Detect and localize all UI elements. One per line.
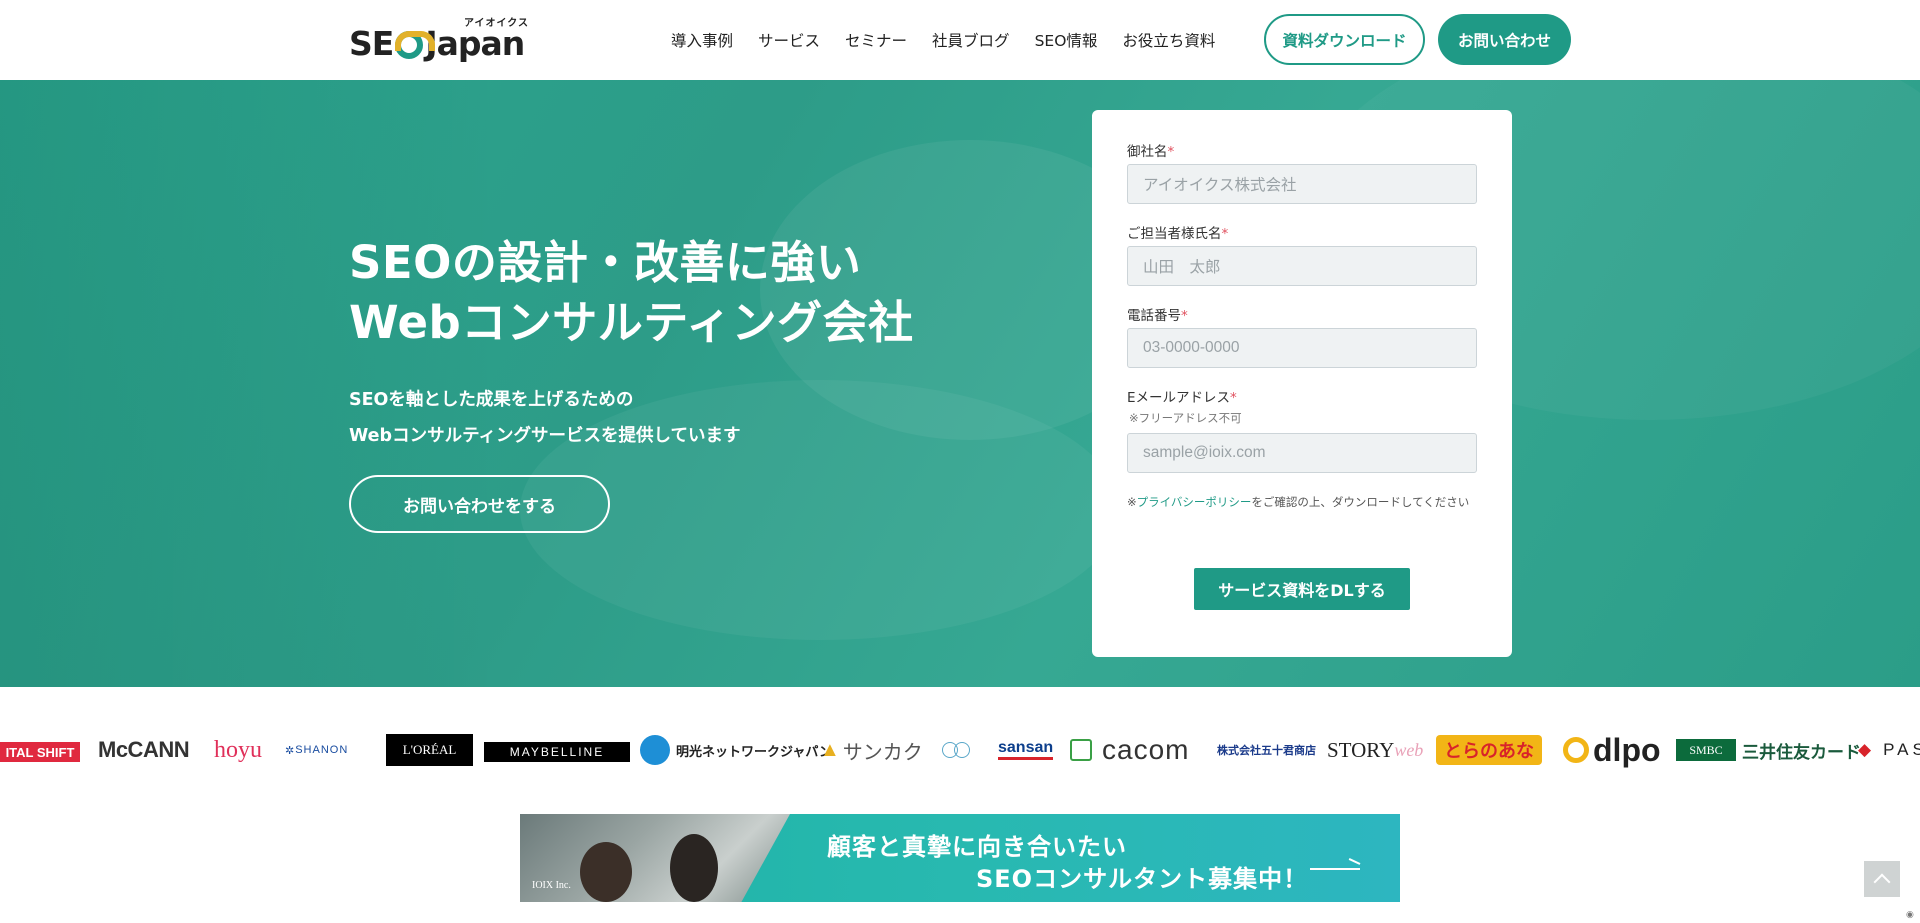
client-logo: ◆PAS (1858, 740, 1920, 759)
banner-person (580, 842, 632, 902)
email-note: ※フリーアドレス不可 (1129, 411, 1242, 425)
nav-services[interactable]: サービス (758, 29, 820, 51)
banner-line2: SEOコンサルタント募集中！ (976, 865, 1309, 893)
client-logos-strip: ITAL SHIFT McCANN hoyu ✲ SHANON L'ORÉAL … (0, 720, 1920, 780)
client-logo-circles (942, 732, 976, 768)
company-label: 御社名* (1127, 144, 1175, 160)
hero-section: SEOの設計・改善に強い Webコンサルティング会社 SEOを軸とした成果を上げ… (0, 80, 1920, 687)
client-logo: McCANN (98, 737, 190, 762)
hero-sub-line1: SEOを軸とした成果を上げるための (349, 390, 634, 410)
hero-title-line1: SEOの設計・改善に強い (349, 236, 862, 289)
nav-case-studies[interactable]: 導入事例 (671, 29, 733, 51)
nav-seo-info[interactable]: SEO情報 (1035, 29, 1098, 51)
client-logo: 三井住友カード (1742, 742, 1861, 762)
main-nav: 導入事例 サービス セミナー 社員ブログ SEO情報 お役立ち資料 (671, 29, 1240, 51)
scroll-to-top-button[interactable] (1864, 861, 1900, 897)
contact-button[interactable]: お問い合わせ (1438, 14, 1571, 65)
email-label: Eメールアドレス* (1127, 390, 1237, 406)
logo-o-icon (395, 30, 436, 59)
client-logo: MAYBELLINE (484, 742, 630, 762)
nav-staff-blog[interactable]: 社員ブログ (932, 29, 1010, 51)
name-label: ご担当者様氏名* (1127, 226, 1229, 242)
client-logo: ITAL SHIFT (0, 742, 80, 762)
nav-seminars[interactable]: セミナー (845, 29, 907, 51)
chevron-up-icon (1873, 873, 1891, 890)
client-logo: sansan (998, 738, 1054, 760)
arrow-right-icon (1310, 868, 1360, 870)
email-field[interactable]: sample@ioix.com (1127, 433, 1477, 473)
banner-company: IOIX Inc. (532, 880, 571, 891)
client-logo: L'ORÉAL (386, 734, 473, 766)
hero-subtitle: SEOを軸とした成果を上げるための Webコンサルティングサービスを提供していま… (349, 382, 741, 454)
privacy-policy-link[interactable]: プライバシーポリシー (1137, 495, 1252, 509)
client-logo: cacom (1070, 732, 1189, 768)
recruit-banner[interactable]: IOIX Inc. 顧客と真摯に向き合いたい SEOコンサルタント募集中！ (520, 814, 1400, 902)
client-logo: SMBC (1676, 739, 1736, 761)
client-logo: とらのあな (1436, 735, 1542, 765)
client-logo: ▲ サンカク (820, 738, 923, 764)
banner-photo: IOIX Inc. (520, 814, 790, 902)
submit-download-button[interactable]: サービス資料をDLする (1194, 568, 1410, 610)
client-logo: hoyu (214, 736, 262, 763)
download-form: 御社名* アイオイクス株式会社 ご担当者様氏名* 山田 太郎 電話番号* 03-… (1092, 110, 1512, 657)
nav-resources[interactable]: お役立ち資料 (1122, 29, 1215, 51)
eye-icon: ◉ (1906, 910, 1914, 920)
logo-kana: アイオイクス (464, 18, 529, 29)
client-logo: STORY web (1327, 737, 1424, 762)
seo-japan-logo[interactable]: SE Japan アイオイクス (349, 14, 531, 63)
site-header: SE Japan アイオイクス 導入事例 サービス セミナー 社員ブログ SEO情… (0, 0, 1920, 80)
download-materials-button[interactable]: 資料ダウンロード (1264, 14, 1425, 65)
banner-person (670, 834, 718, 902)
client-logo: 株式会社五十君商店 (1217, 745, 1316, 757)
hero-contact-button[interactable]: お問い合わせをする (349, 475, 610, 533)
name-field[interactable]: 山田 太郎 (1127, 246, 1477, 286)
hero-title: SEOの設計・改善に強い Webコンサルティング会社 (349, 233, 914, 353)
client-logo: dlpo (1563, 732, 1661, 768)
logo-wordmark: SE Japan (349, 24, 525, 63)
client-logo: 明光ネットワークジャパン (640, 732, 832, 768)
phone-label: 電話番号* (1127, 308, 1188, 324)
banner-line1: 顧客と真摯に向き合いたい (827, 833, 1127, 861)
company-field[interactable]: アイオイクス株式会社 (1127, 164, 1477, 204)
privacy-notice: ※プライバシーポリシーをご確認の上、ダウンロードしてください (1127, 495, 1470, 509)
hero-title-line2: Webコンサルティング会社 (349, 296, 914, 349)
phone-field[interactable]: 03-0000-0000 (1127, 328, 1477, 368)
hero-sub-line2: Webコンサルティングサービスを提供しています (349, 426, 741, 446)
client-logo: ✲ SHANON (285, 744, 349, 757)
